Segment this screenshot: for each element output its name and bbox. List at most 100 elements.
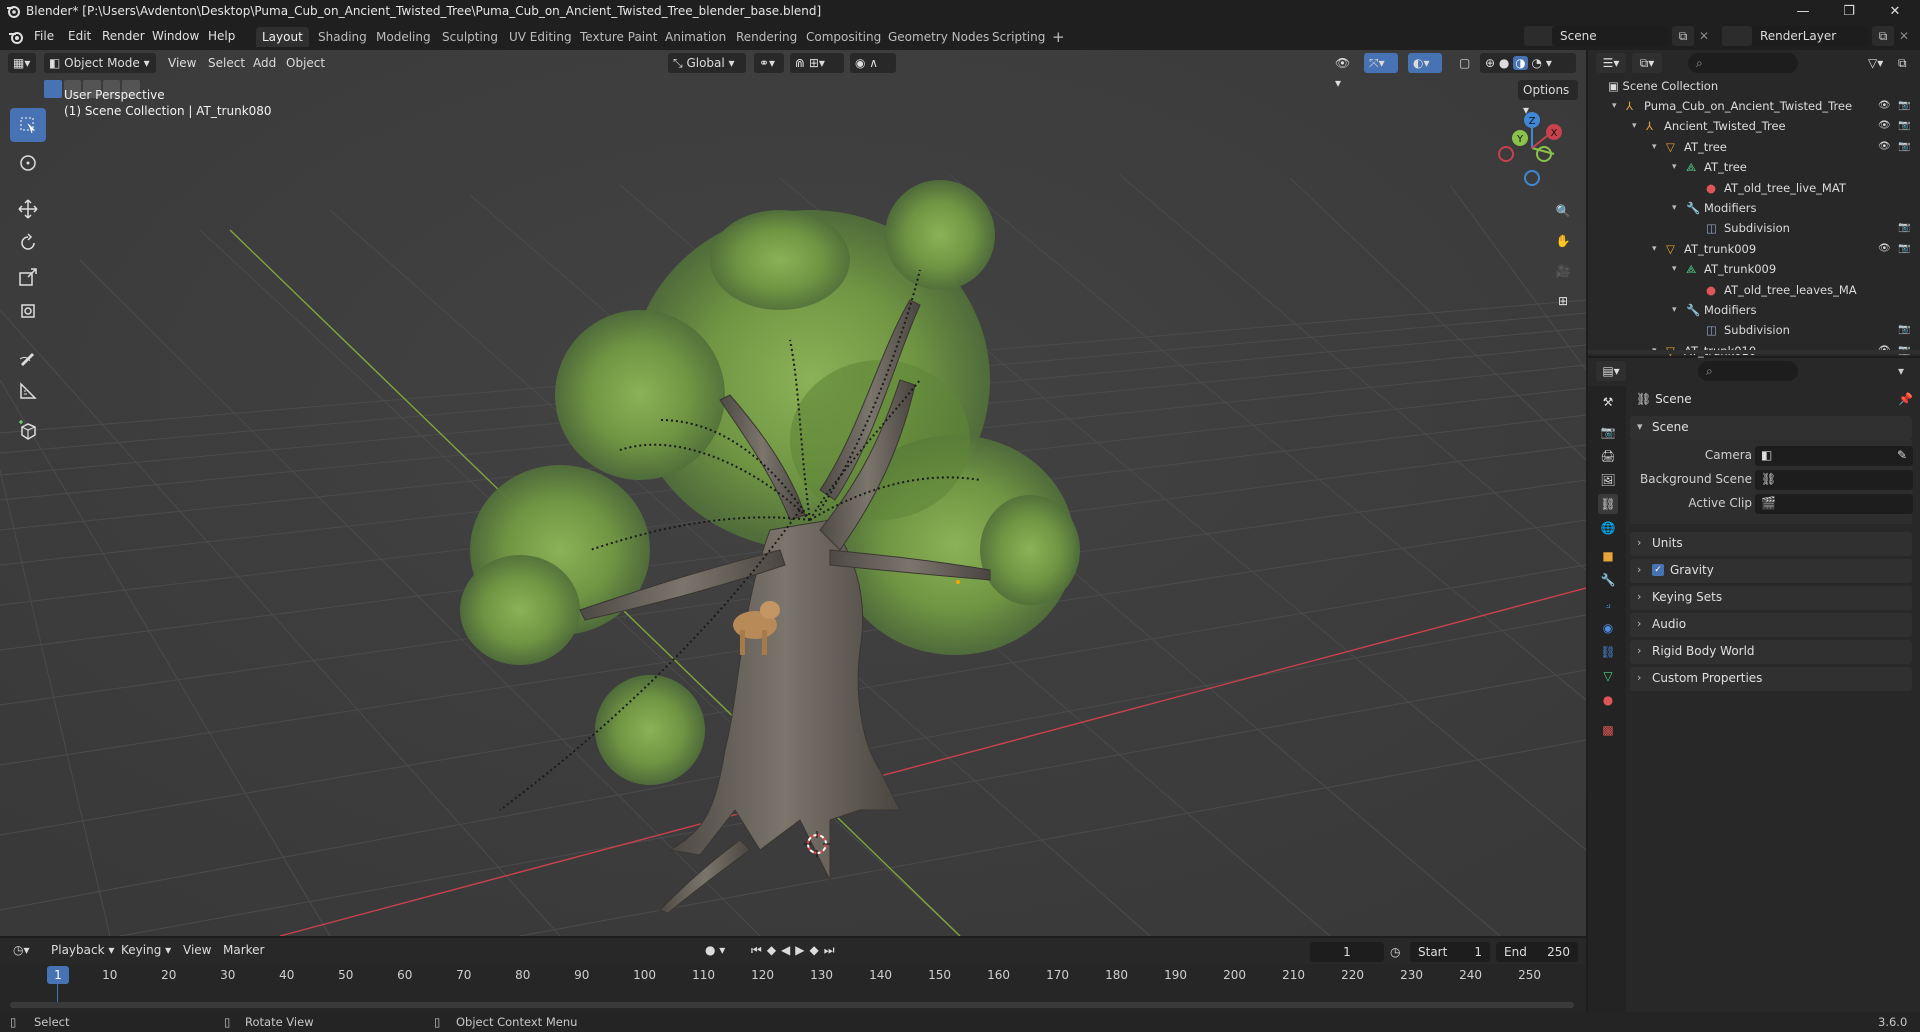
outliner-row[interactable]: ▾ 🔧 Modifiers: [1588, 198, 1920, 218]
menu-file[interactable]: File: [30, 27, 58, 45]
keying-sets-panel-header[interactable]: › Keying Sets: [1630, 586, 1912, 610]
overlay-toggle-icon[interactable]: ◐▾: [1408, 53, 1442, 73]
visibility-eye-icon[interactable]: 👁: [1878, 96, 1891, 116]
expand-toggle-icon[interactable]: ▾: [1632, 116, 1637, 136]
gizmo-neg-y[interactable]: [1536, 146, 1552, 162]
menu-help[interactable]: Help: [204, 27, 239, 45]
select-new-icon[interactable]: [44, 80, 62, 98]
expand-toggle-icon[interactable]: ▾: [1652, 239, 1657, 259]
delete-scene-icon[interactable]: ✕: [1696, 26, 1712, 46]
audio-panel-header[interactable]: › Audio: [1630, 613, 1912, 637]
tab-compositing[interactable]: Compositing: [800, 27, 887, 47]
tab-rendering[interactable]: Rendering: [730, 27, 803, 47]
viewport-menu-object[interactable]: Object: [281, 53, 330, 73]
blender-menu-icon[interactable]: [8, 29, 24, 45]
props-search-icon[interactable]: ⌕: [1698, 361, 1798, 381]
camera-view-icon[interactable]: 🎥: [1550, 258, 1576, 284]
outliner-row[interactable]: ▾ ▽ AT_tree 👁 📷: [1588, 137, 1920, 157]
scene-tab-icon[interactable]: ⛓: [1598, 494, 1618, 514]
particles-tab-icon[interactable]: ⟓: [1598, 594, 1618, 614]
render-camera-icon[interactable]: 📷: [1898, 218, 1910, 238]
xray-icon[interactable]: ▢: [1454, 53, 1474, 73]
delete-layer-icon[interactable]: ✕: [1896, 26, 1912, 46]
visibility-eye-icon[interactable]: 👁: [1878, 137, 1891, 157]
outliner-editor-type-icon[interactable]: ☰▾: [1596, 53, 1626, 73]
custom-properties-panel-header[interactable]: › Custom Properties: [1630, 667, 1912, 691]
background-scene-field[interactable]: ⛓: [1755, 470, 1913, 490]
viewport-menu-select[interactable]: Select: [203, 53, 250, 73]
timeline-scrollbar[interactable]: [10, 1002, 1574, 1008]
new-collection-icon[interactable]: ⧉: [1898, 53, 1918, 73]
outliner-search-icon[interactable]: ⌕: [1688, 53, 1798, 73]
new-layer-icon[interactable]: ⧉: [1872, 26, 1894, 46]
navigation-gizmo[interactable]: Z Y X: [1494, 108, 1570, 188]
tab-texture-paint[interactable]: Texture Paint: [574, 27, 663, 47]
object-tab-icon[interactable]: ■: [1598, 546, 1618, 566]
visibility-eye-icon[interactable]: 👁: [1878, 239, 1891, 259]
proportional-edit-icon[interactable]: ◉ ∧: [850, 53, 896, 73]
new-scene-icon[interactable]: ⧉: [1672, 26, 1694, 46]
display-mode-icon[interactable]: ⧉▾: [1632, 53, 1662, 73]
maximize-icon[interactable]: ❐: [1826, 0, 1872, 22]
outliner-row[interactable]: ▾ ⅄ Puma_Cub_on_Ancient_Twisted_Tree 👁 📷: [1588, 96, 1920, 116]
data-tab-icon[interactable]: ▽: [1598, 666, 1618, 686]
rotate-tool-icon[interactable]: [10, 226, 46, 260]
render-camera-icon[interactable]: 📷: [1898, 320, 1910, 340]
layer-type-icon[interactable]: [1722, 26, 1752, 46]
pin-icon[interactable]: 📌: [1898, 392, 1913, 406]
rigid-body-panel-header[interactable]: › Rigid Body World: [1630, 640, 1912, 664]
view-layer-tab-icon[interactable]: 🖼: [1598, 470, 1618, 490]
expand-toggle-icon[interactable]: ▾: [1612, 96, 1617, 116]
shading-mode-group[interactable]: ⊕ ● ◑ ◔ ▾: [1480, 53, 1576, 73]
snap-icon[interactable]: ⋒ ⊞▾: [790, 53, 844, 73]
output-tab-icon[interactable]: 🖨: [1598, 446, 1618, 466]
visibility-icon[interactable]: 👁▾: [1330, 53, 1358, 90]
3d-viewport[interactable]: ▦▾ ◧ Object Mode ▾ View Select Add Objec…: [0, 50, 1586, 936]
filter-icon[interactable]: ▽▾: [1868, 53, 1894, 73]
tab-shading[interactable]: Shading: [312, 27, 373, 47]
annotate-tool-icon[interactable]: [10, 340, 46, 374]
visibility-eye-icon[interactable]: 👁: [1878, 116, 1891, 136]
tab-uv-editing[interactable]: UV Editing: [503, 27, 578, 47]
expand-toggle-icon[interactable]: ▾: [1652, 137, 1657, 157]
expand-toggle-icon[interactable]: ▾: [1672, 198, 1677, 218]
menu-window[interactable]: Window: [148, 27, 203, 45]
menu-render[interactable]: Render: [98, 27, 149, 45]
expand-toggle-icon[interactable]: ▾: [1672, 259, 1677, 279]
modifier-tab-icon[interactable]: 🔧: [1598, 570, 1618, 590]
outliner-row[interactable]: ● AT_old_tree_leaves_MA: [1588, 280, 1920, 300]
tool-tab-icon[interactable]: ⚒: [1598, 392, 1618, 412]
playhead-frame[interactable]: 1: [47, 966, 69, 984]
options-button[interactable]: Options ▾: [1518, 80, 1578, 117]
layer-selector[interactable]: RenderLayer: [1752, 26, 1868, 46]
world-tab-icon[interactable]: 🌐: [1598, 518, 1618, 538]
outliner-row[interactable]: ▾ ⟁ AT_tree: [1588, 157, 1920, 177]
expand-toggle-icon[interactable]: ▾: [1672, 157, 1677, 177]
transform-tool-icon[interactable]: [10, 294, 46, 328]
active-clip-field[interactable]: 🎬: [1755, 494, 1913, 514]
scale-tool-icon[interactable]: [10, 260, 46, 294]
gravity-checkbox[interactable]: ✓: [1652, 564, 1664, 576]
perspective-toggle-icon[interactable]: ⊞: [1550, 288, 1576, 314]
viewport-scene[interactable]: [0, 50, 1586, 936]
pan-view-icon[interactable]: ✋: [1550, 228, 1576, 254]
pivot-point-icon[interactable]: ⚭▾: [754, 53, 784, 73]
close-icon[interactable]: ✕: [1872, 0, 1918, 22]
add-workspace-icon[interactable]: +: [1046, 27, 1071, 47]
render-camera-icon[interactable]: 📷: [1898, 96, 1910, 116]
gizmo-toggle-icon[interactable]: ⤧▾: [1364, 53, 1398, 73]
outliner-row[interactable]: ● AT_old_tree_live_MAT: [1588, 178, 1920, 198]
menu-edit[interactable]: Edit: [64, 27, 95, 45]
move-tool-icon[interactable]: [10, 192, 46, 226]
measure-tool-icon[interactable]: [10, 374, 46, 408]
render-camera-icon[interactable]: 📷: [1898, 137, 1910, 157]
rendered-shading-icon[interactable]: ◔: [1532, 56, 1542, 70]
zoom-view-icon[interactable]: 🔍: [1550, 198, 1576, 224]
render-camera-icon[interactable]: 📷: [1898, 116, 1910, 136]
viewport-menu-add[interactable]: Add: [248, 53, 281, 73]
props-collapse-icon[interactable]: ▾: [1898, 361, 1904, 381]
outliner-row[interactable]: ▾ 🔧 Modifiers: [1588, 300, 1920, 320]
viewport-menu-view[interactable]: View: [163, 53, 201, 73]
physics-tab-icon[interactable]: ◉: [1598, 618, 1618, 638]
tab-modeling[interactable]: Modeling: [370, 27, 437, 47]
